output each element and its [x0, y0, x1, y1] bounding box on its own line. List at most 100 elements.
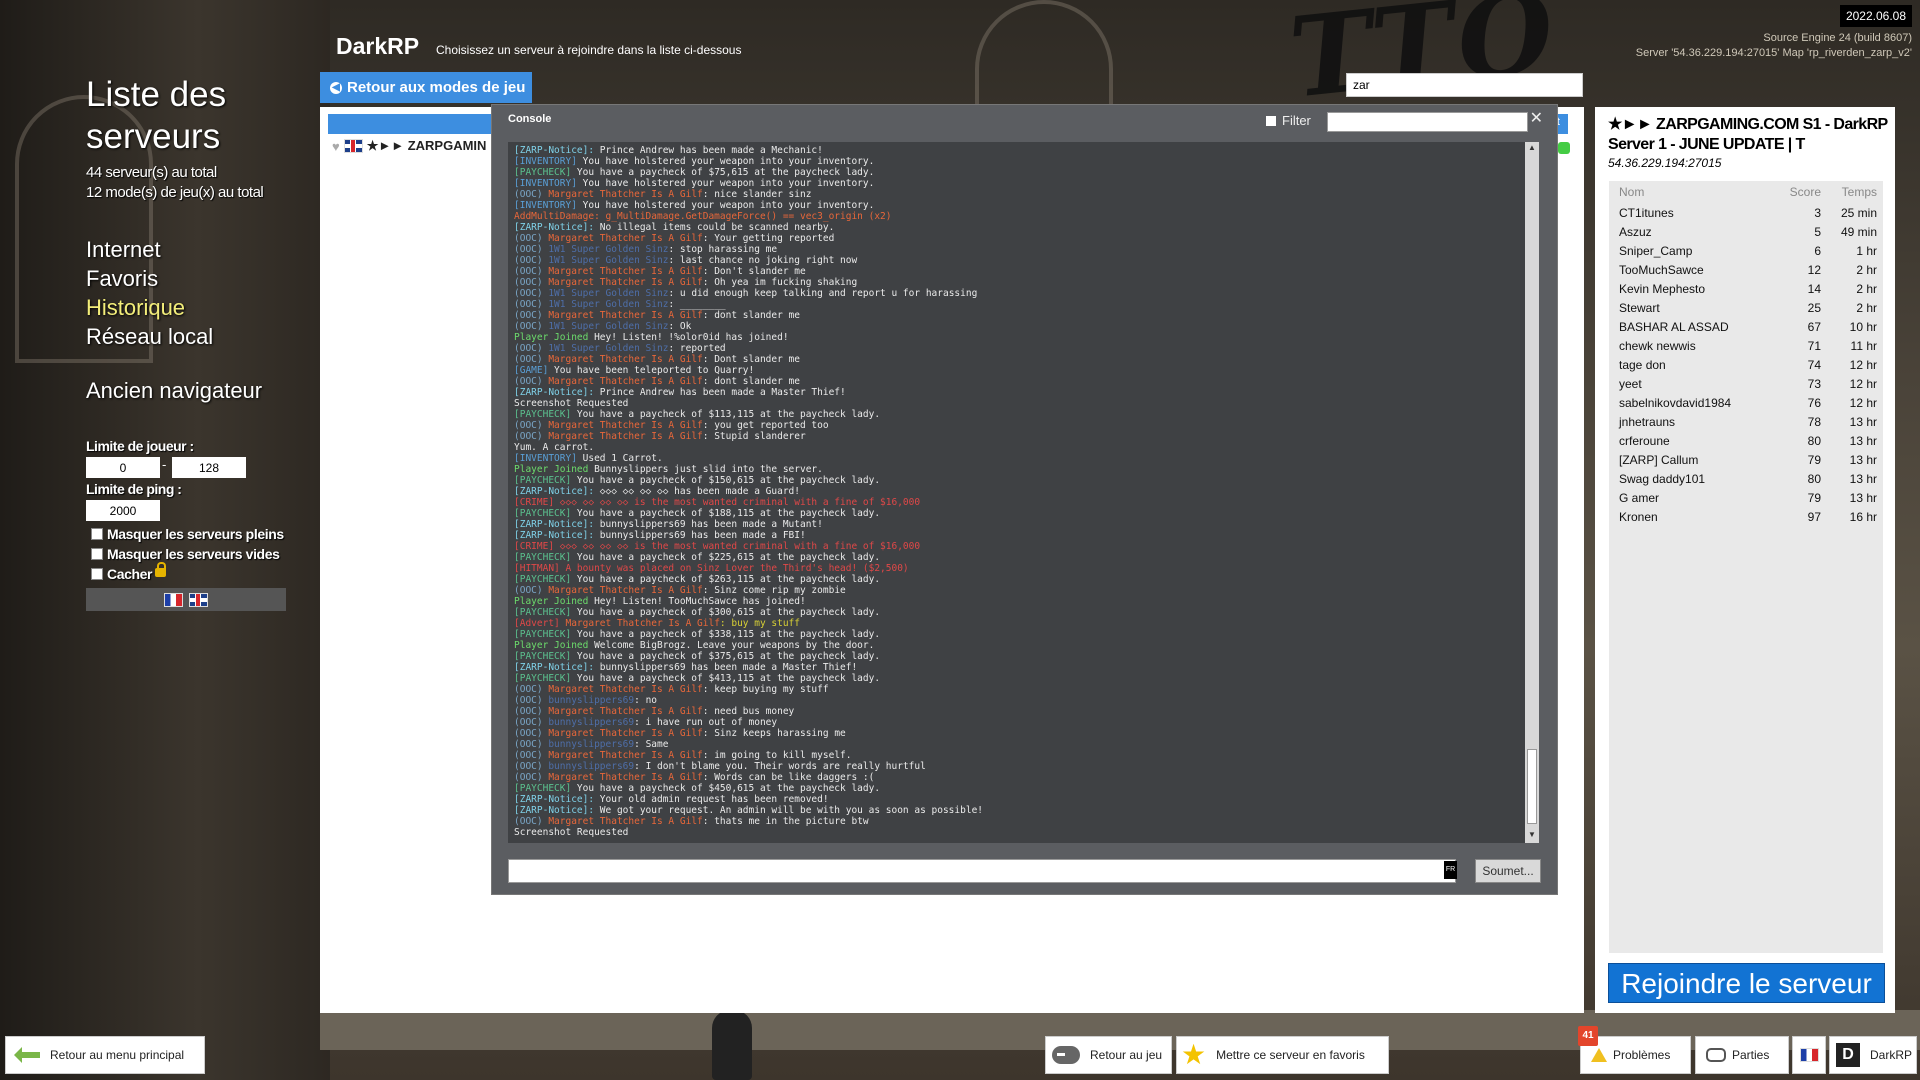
back-to-gamemodes-button[interactable]: ◀ Retour aux modes de jeu	[320, 72, 532, 103]
console-line-segment: You have a paycheck of $300,615 at the p…	[576, 607, 881, 618]
nav-internet[interactable]: Internet	[86, 235, 213, 264]
player-score: 67	[1807, 319, 1821, 334]
warning-icon	[1591, 1048, 1607, 1062]
console-line: (OOC) bunnyslippers69: I don't blame you…	[514, 761, 1514, 772]
checkbox-box[interactable]	[91, 528, 103, 540]
console-command-input[interactable]	[508, 859, 1456, 883]
player-name: sabelnikovdavid1984	[1619, 395, 1732, 410]
console-line-segment: Hey! Listen! !%olor0id has joined!	[594, 332, 789, 343]
console-scrollbar[interactable]: ▲ ▼	[1525, 142, 1539, 843]
gamemode-button[interactable]: D DarkRP	[1829, 1036, 1917, 1074]
console-line-segment: (OOC)	[514, 376, 549, 387]
player-row: yeet 73 12 hr	[1609, 374, 1883, 393]
favorite-server-button[interactable]: ★ Mettre ce serveur en favoris	[1176, 1036, 1389, 1074]
player-score: 73	[1807, 376, 1821, 391]
console-line-segment: [ZARP-Notice]:	[514, 519, 600, 530]
player-min-input[interactable]	[86, 457, 160, 478]
console-line-segment: bunnyslippers69	[548, 695, 635, 706]
console-line-segment: (OOC)	[514, 310, 549, 321]
console-line-segment: [GAME]	[514, 365, 555, 376]
close-icon[interactable]: ✕	[1530, 108, 1543, 128]
search-input[interactable]	[1346, 73, 1583, 97]
hide-locked-checkbox[interactable]: Cacher	[91, 561, 167, 582]
console-line-segment: 1W1 Super Golden Sinz	[548, 288, 669, 299]
console-line: [PAYCHECK] You have a paycheck of $263,1…	[514, 574, 1514, 585]
player-score: 71	[1807, 338, 1821, 353]
column-score: Score	[1789, 185, 1821, 199]
console-line-segment: : need bus money	[702, 706, 795, 717]
console-line-segment: Screenshot Requested	[514, 398, 629, 409]
console-line: [CRIME] ◇◇◇ ◇◇ ◇◇ ◇◇ is the most wanted …	[514, 541, 1514, 552]
console-line-segment: You have holstered your weapon into your…	[582, 178, 875, 189]
console-line-segment: (OOC)	[514, 321, 549, 332]
player-score: 12	[1807, 262, 1821, 277]
checkbox-box[interactable]	[91, 568, 103, 580]
console-line-segment: : keep buying my stuff	[702, 684, 829, 695]
console-line-segment: : you get reported too	[702, 420, 829, 431]
player-row: chewk newwis 71 11 hr	[1609, 336, 1883, 355]
player-score: 74	[1807, 357, 1821, 372]
console-line-segment: (OOC)	[514, 750, 549, 761]
flag-uk-icon	[343, 139, 363, 153]
console-line-segment: Margaret Thatcher Is A Gilf	[548, 706, 703, 717]
console-line-segment: bunnyslippers69 has been made a Mutant!	[599, 519, 823, 530]
console-line-segment: [CRIME] ◇◇◇ ◇◇ ◇◇ ◇◇ is the most wanted …	[514, 541, 921, 552]
language-button[interactable]	[1792, 1036, 1826, 1074]
console-line-segment: : Sinz come rip my zombie	[702, 585, 846, 596]
console-filter-input[interactable]	[1327, 112, 1528, 132]
games-button[interactable]: Parties	[1695, 1036, 1789, 1074]
console-line-segment: Margaret Thatcher Is A Gilf	[565, 618, 720, 629]
scroll-down-icon[interactable]: ▼	[1527, 830, 1537, 842]
console-line-segment: (OOC)	[514, 266, 549, 277]
console-line: (OOC) 1W1 Super Golden Sinz: u did enoug…	[514, 288, 1514, 299]
checkbox-box[interactable]	[91, 548, 103, 560]
flag-uk-icon[interactable]	[189, 592, 208, 607]
console-line-segment: (OOC)	[514, 277, 549, 288]
player-name: Swag daddy101	[1619, 471, 1706, 486]
console-submit-button[interactable]: Soumet...	[1475, 859, 1541, 883]
console-line-segment: [INVENTORY]	[514, 156, 583, 167]
star-icon: ★	[1181, 1039, 1207, 1070]
console-line: Screenshot Requested	[514, 398, 1514, 409]
console-line: Player Joined Welcome BigBrogz. Leave yo…	[514, 640, 1514, 651]
hide-empty-checkbox[interactable]: Masquer les serveurs vides	[91, 546, 280, 562]
join-server-button[interactable]: Rejoindre le serveur	[1608, 963, 1885, 1003]
console-line-segment: Margaret Thatcher Is A Gilf	[548, 310, 703, 321]
hide-full-checkbox[interactable]: Masquer les serveurs pleins	[91, 526, 284, 542]
player-time: 10 hr	[1849, 319, 1877, 334]
console-filter-checkbox[interactable]: Filter	[1266, 113, 1311, 128]
nav-lan[interactable]: Réseau local	[86, 322, 213, 351]
player-row: sabelnikovdavid1984 76 12 hr	[1609, 393, 1883, 412]
player-max-input[interactable]	[172, 457, 246, 478]
flag-fr-icon	[1799, 1048, 1819, 1062]
checkbox-box[interactable]	[1266, 115, 1276, 126]
legacy-browser-link[interactable]: Ancien navigateur	[86, 378, 262, 404]
console-line: Player Joined Hey! Listen! !%olor0id has…	[514, 332, 1514, 343]
console-line: [ZARP-Notice]: bunnyslippers69 has been …	[514, 530, 1514, 541]
console-line-segment: : Dont slander me	[702, 354, 800, 365]
console-line: [PAYCHECK] You have a paycheck of $413,1…	[514, 673, 1514, 684]
server-row[interactable]: ♥ ★►► ZARPGAMIN	[332, 138, 486, 154]
console-line-segment: [CRIME] ◇◇◇ ◇◇ ◇◇ ◇◇ is the most wanted …	[514, 497, 921, 508]
player-time: 12 hr	[1849, 376, 1877, 391]
console-line-segment: [ZARP-Notice]:	[514, 805, 600, 816]
nav-history[interactable]: Historique	[86, 293, 213, 322]
console-line-segment: Welcome BigBrogz. Leave your weapons by …	[594, 640, 875, 651]
console-line-segment: [HITMAN] A bounty was placed on Sinz Lov…	[514, 563, 909, 574]
heart-icon[interactable]: ♥	[332, 139, 340, 154]
flag-fr-icon[interactable]	[164, 592, 183, 607]
console-line: [PAYCHECK] You have a paycheck of $150,6…	[514, 475, 1514, 486]
console-line: [Advert] Margaret Thatcher Is A Gilf: bu…	[514, 618, 1514, 629]
main-menu-button[interactable]: Retour au menu principal	[5, 1036, 205, 1074]
scroll-thumb[interactable]	[1527, 749, 1537, 824]
player-name: jnhetrauns	[1619, 414, 1676, 429]
resume-game-button[interactable]: Retour au jeu	[1045, 1036, 1172, 1074]
player-score: 80	[1807, 471, 1821, 486]
ping-limit-input[interactable]	[86, 500, 160, 521]
player-score: 79	[1807, 490, 1821, 505]
console-line-segment: Margaret Thatcher Is A Gilf	[548, 266, 703, 277]
console-line-segment: : nice slander sinz	[702, 189, 812, 200]
player-time: 13 hr	[1849, 471, 1877, 486]
scroll-up-icon[interactable]: ▲	[1527, 143, 1537, 155]
nav-favorites[interactable]: Favoris	[86, 264, 213, 293]
